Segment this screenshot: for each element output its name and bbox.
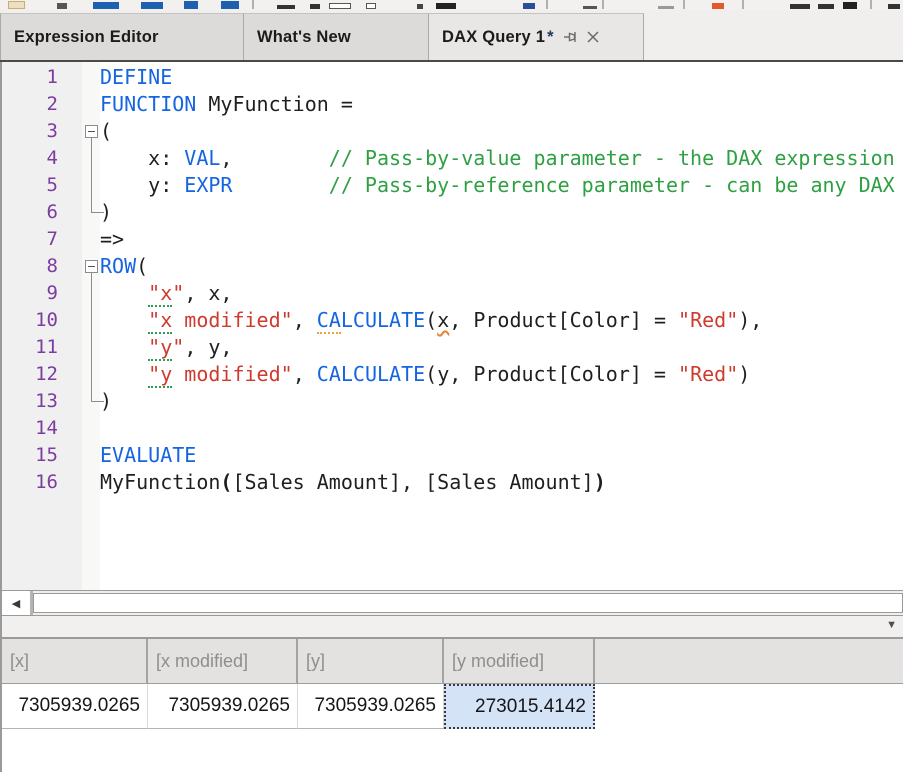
fold-end-tick bbox=[91, 401, 104, 402]
toolbar-icon-fragment[interactable] bbox=[790, 4, 810, 9]
toolbar-icon-fragment[interactable] bbox=[57, 3, 67, 9]
code-line-9[interactable]: "x", x, bbox=[100, 280, 903, 307]
toolbar-icon-fragment[interactable] bbox=[742, 0, 744, 9]
line-number: 5 bbox=[2, 172, 58, 199]
scrollbar-thumb[interactable] bbox=[33, 593, 903, 613]
tab-label: DAX Query 1 bbox=[442, 28, 545, 47]
line-number: 8 bbox=[2, 253, 58, 280]
toolbar-icon-fragment[interactable] bbox=[523, 3, 535, 9]
tab-dax-query-1[interactable]: DAX Query 1* bbox=[429, 13, 644, 60]
results-empty-area bbox=[2, 729, 903, 772]
line-number: 4 bbox=[2, 145, 58, 172]
fold-collapse-button[interactable] bbox=[85, 260, 98, 273]
line-number: 16 bbox=[2, 469, 58, 496]
results-dropdown-arrow-icon[interactable]: ▼ bbox=[886, 619, 897, 631]
editor-horizontal-scrollbar[interactable]: ◀ bbox=[0, 590, 903, 616]
fold-collapse-button[interactable] bbox=[85, 125, 98, 138]
code-line-2[interactable]: FUNCTION MyFunction = bbox=[100, 91, 903, 118]
result-cell[interactable]: 7305939.0265 bbox=[298, 684, 444, 729]
code-text[interactable]: DEFINEFUNCTION MyFunction =( x: VAL, // … bbox=[100, 64, 903, 496]
result-cell-selected[interactable]: 273015.4142 bbox=[444, 684, 595, 729]
line-number: 15 bbox=[2, 442, 58, 469]
toolbar-icon-fragment[interactable] bbox=[93, 2, 119, 9]
code-line-14[interactable] bbox=[100, 415, 903, 442]
toolbar-icon-fragment[interactable] bbox=[366, 3, 376, 9]
fold-guide-line bbox=[91, 273, 92, 401]
code-line-10[interactable]: "x modified", CALCULATE(x, Product[Color… bbox=[100, 307, 903, 334]
tab-expression-editor[interactable]: Expression Editor bbox=[0, 13, 244, 60]
line-number: 6 bbox=[2, 199, 58, 226]
toolbar-icon-fragment[interactable] bbox=[141, 2, 163, 9]
code-line-6[interactable]: ) bbox=[100, 199, 903, 226]
column-header-ymodified[interactable]: [y modified] bbox=[444, 639, 595, 683]
line-number: 1 bbox=[2, 64, 58, 91]
tab-whats-new[interactable]: What's New bbox=[244, 13, 429, 60]
toolbar-icon-fragment[interactable] bbox=[252, 0, 254, 9]
toolbar-icon-fragment[interactable] bbox=[277, 5, 295, 9]
code-line-11[interactable]: "y", y, bbox=[100, 334, 903, 361]
tab-dirty-indicator: * bbox=[547, 28, 553, 47]
line-number: 9 bbox=[2, 280, 58, 307]
line-number: 11 bbox=[2, 334, 58, 361]
code-line-13[interactable]: ) bbox=[100, 388, 903, 415]
code-line-5[interactable]: y: EXPR // Pass-by-reference parameter -… bbox=[100, 172, 903, 199]
scroll-left-button[interactable]: ◀ bbox=[2, 591, 33, 615]
toolbar-icon-fragment[interactable] bbox=[8, 1, 25, 9]
toolbar-icon-fragment[interactable] bbox=[870, 0, 872, 9]
result-cell[interactable]: 7305939.0265 bbox=[2, 684, 148, 729]
line-number: 13 bbox=[2, 388, 58, 415]
tab-label: What's New bbox=[257, 28, 351, 47]
pin-icon[interactable] bbox=[564, 30, 580, 44]
toolbar-icon-fragment[interactable] bbox=[683, 0, 685, 9]
toolbar-icon-fragment[interactable] bbox=[818, 4, 834, 9]
toolbar-icon-fragment[interactable] bbox=[417, 4, 423, 9]
code-line-7[interactable]: => bbox=[100, 226, 903, 253]
toolbar-icon-fragment[interactable] bbox=[888, 4, 900, 9]
line-number: 2 bbox=[2, 91, 58, 118]
line-number: 3 bbox=[2, 118, 58, 145]
toolbar-icon-fragment[interactable] bbox=[583, 6, 597, 9]
column-header-filler bbox=[595, 639, 903, 683]
column-header-y[interactable]: [y] bbox=[298, 639, 444, 683]
toolbar-icon-fragment[interactable] bbox=[221, 1, 239, 9]
results-data-row: 7305939.02657305939.02657305939.02652730… bbox=[2, 684, 903, 729]
toolbar-icon-fragment[interactable] bbox=[843, 2, 857, 9]
line-number: 12 bbox=[2, 361, 58, 388]
code-line-16[interactable]: MyFunction([Sales Amount], [Sales Amount… bbox=[100, 469, 903, 496]
fold-end-tick bbox=[91, 212, 104, 213]
toolbar-icon-fragment[interactable] bbox=[329, 3, 351, 9]
results-grid: [x][x modified][y][y modified] 7305939.0… bbox=[0, 637, 903, 772]
results-header-row: [x][x modified][y][y modified] bbox=[2, 639, 903, 684]
line-numbers: 12345678910111213141516 bbox=[2, 64, 58, 496]
code-line-3[interactable]: ( bbox=[100, 118, 903, 145]
dax-code-editor[interactable]: 12345678910111213141516 DEFINEFUNCTION M… bbox=[0, 62, 903, 590]
toolbar-icon-fragment[interactable] bbox=[658, 6, 674, 9]
tab-label: Expression Editor bbox=[14, 28, 159, 47]
toolbar-icon-fragment[interactable] bbox=[712, 3, 724, 9]
toolbar-icon-fragment[interactable] bbox=[436, 3, 456, 9]
line-number: 7 bbox=[2, 226, 58, 253]
toolbar-icon-fragment[interactable] bbox=[310, 4, 320, 9]
code-line-1[interactable]: DEFINE bbox=[100, 64, 903, 91]
column-header-xmodified[interactable]: [x modified] bbox=[148, 639, 298, 683]
toolbar-icon-fragment[interactable] bbox=[602, 0, 604, 9]
toolbar-icon-fragment[interactable] bbox=[546, 0, 548, 9]
line-number: 14 bbox=[2, 415, 58, 442]
code-line-8[interactable]: ROW( bbox=[100, 253, 903, 280]
fold-guide-line bbox=[91, 138, 92, 212]
line-number: 10 bbox=[2, 307, 58, 334]
column-header-x[interactable]: [x] bbox=[2, 639, 148, 683]
result-row-filler bbox=[595, 684, 903, 729]
code-line-12[interactable]: "y modified", CALCULATE(y, Product[Color… bbox=[100, 361, 903, 388]
document-tab-bar: Expression Editor What's New DAX Query 1* bbox=[0, 10, 903, 60]
toolbar-strip bbox=[0, 0, 903, 10]
toolbar-icon-fragment[interactable] bbox=[184, 1, 198, 9]
code-line-15[interactable]: EVALUATE bbox=[100, 442, 903, 469]
results-splitter-strip[interactable]: ▼ bbox=[0, 616, 903, 637]
code-line-4[interactable]: x: VAL, // Pass-by-value parameter - the… bbox=[100, 145, 903, 172]
result-cell[interactable]: 7305939.0265 bbox=[148, 684, 298, 729]
close-icon[interactable] bbox=[586, 30, 600, 44]
dax-studio-window: { "toolbar": { "fragments": [ {"x":8,"w"… bbox=[0, 0, 903, 770]
scroll-left-arrow-icon: ◀ bbox=[12, 597, 20, 610]
